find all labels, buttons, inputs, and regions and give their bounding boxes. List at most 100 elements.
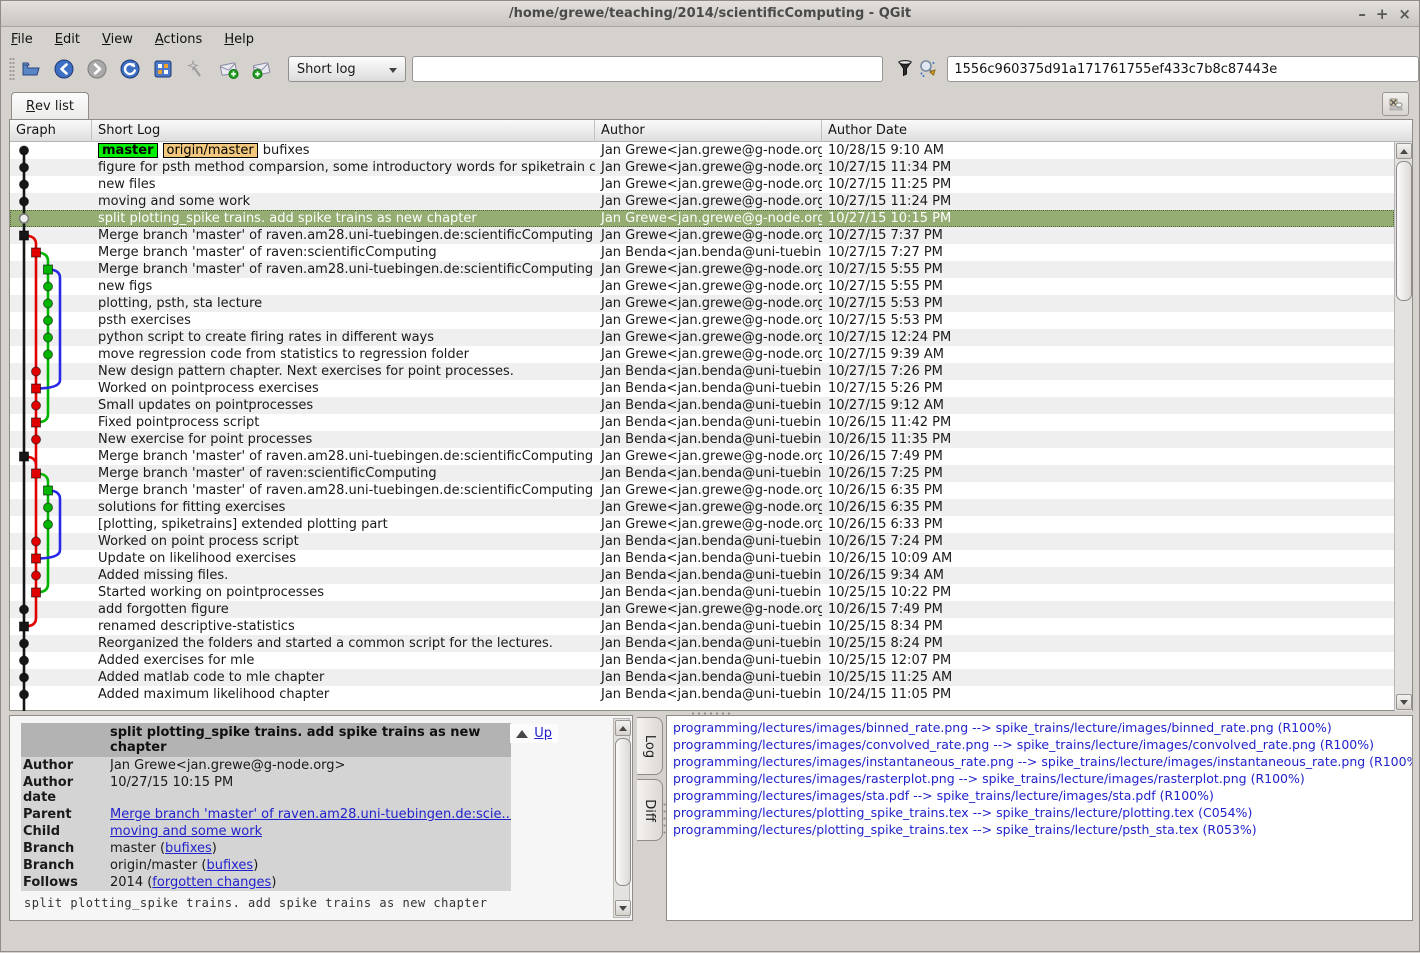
commit-row[interactable]: Small updates on pointprocessesJan Benda… <box>10 397 1394 414</box>
file-rename-entry[interactable]: programming/lectures/images/sta.pdf --> … <box>673 787 1406 804</box>
column-header-graph[interactable]: Graph <box>10 120 92 142</box>
file-rename-entry[interactable]: programming/lectures/images/rasterplot.p… <box>673 770 1406 787</box>
chevron-down-icon <box>389 68 397 73</box>
commit-row[interactable]: move regression code from statistics to … <box>10 346 1394 363</box>
file-rename-entry[interactable]: programming/lectures/plotting_spike_trai… <box>673 821 1406 838</box>
up-link[interactable]: Up <box>510 724 558 743</box>
commit-row[interactable]: Merge branch 'master' of raven.am28.uni-… <box>10 227 1394 244</box>
column-header-author-date[interactable]: Author Date <box>822 120 1394 142</box>
commit-row[interactable]: split plotting_spike trains. add spike t… <box>10 210 1394 227</box>
detail-value: master (bufixes) <box>110 841 217 856</box>
commit-date: 10/26/15 9:34 AM <box>822 567 1394 584</box>
save-patch-icon[interactable] <box>217 57 241 81</box>
back-icon[interactable] <box>52 57 76 81</box>
forward-icon[interactable] <box>85 57 109 81</box>
detail-link[interactable]: moving and some work <box>110 824 262 839</box>
minimize-button[interactable]: – <box>1358 7 1366 22</box>
commit-row[interactable]: Added exercises for mleJan Benda<jan.ben… <box>10 652 1394 669</box>
detail-link[interactable]: bufixes <box>165 841 212 856</box>
commit-author: Jan Benda<jan.benda@uni-tuebing... <box>595 397 822 414</box>
reload-icon[interactable] <box>118 57 142 81</box>
details-scrollbar-thumb[interactable] <box>615 738 631 886</box>
view-icon[interactable] <box>151 57 175 81</box>
commit-row[interactable]: new figsJan Grewe<jan.grewe@g-node.org>1… <box>10 278 1394 295</box>
commit-row[interactable]: add forgotten figureJan Grewe<jan.grewe@… <box>10 601 1394 618</box>
commit-date: 10/27/15 7:27 PM <box>822 244 1394 261</box>
commit-row[interactable]: Added maximum likelihood chapterJan Bend… <box>10 686 1394 703</box>
commit-row[interactable]: Reorganized the folders and started a co… <box>10 635 1394 652</box>
commit-row[interactable]: figure for psth method comparsion, some … <box>10 159 1394 176</box>
file-rename-entry[interactable]: programming/lectures/images/convolved_ra… <box>673 736 1406 753</box>
table-scrollbar[interactable] <box>1394 142 1412 711</box>
menu-actions[interactable]: Actions <box>155 32 203 47</box>
commit-author: Jan Grewe<jan.grewe@g-node.org> <box>595 329 822 346</box>
detail-value: Merge branch 'master' of raven.am28.uni-… <box>110 807 511 822</box>
commit-subject: Added matlab code to mle chapter <box>92 669 595 686</box>
close-tab-button[interactable] <box>1382 92 1409 116</box>
commit-row[interactable]: solutions for fitting exercisesJan Grewe… <box>10 499 1394 516</box>
commit-row[interactable]: Fixed pointprocess scriptJan Benda<jan.b… <box>10 414 1394 431</box>
filter-icon[interactable] <box>893 57 916 81</box>
menu-help[interactable]: Help <box>224 32 254 47</box>
commit-author: Jan Grewe<jan.grewe@g-node.org> <box>595 142 822 159</box>
file-rename-entry[interactable]: programming/lectures/plotting_spike_trai… <box>673 804 1406 821</box>
table-rows: masterorigin/masterbufixesJan Grewe<jan.… <box>10 142 1394 711</box>
commit-row[interactable]: masterorigin/masterbufixesJan Grewe<jan.… <box>10 142 1394 159</box>
commit-row[interactable]: psth exercisesJan Grewe<jan.grewe@g-node… <box>10 312 1394 329</box>
commit-row[interactable]: New design pattern chapter. Next exercis… <box>10 363 1394 380</box>
toolbar-drag-handle[interactable] <box>9 57 15 81</box>
commit-row[interactable]: Merge branch 'master' of raven.am28.uni-… <box>10 448 1394 465</box>
file-rename-entry[interactable]: programming/lectures/images/instantaneou… <box>673 753 1406 770</box>
commit-row[interactable]: Merge branch 'master' of raven.am28.uni-… <box>10 261 1394 278</box>
tab-log[interactable]: Log <box>637 717 663 775</box>
commit-row[interactable]: plotting, psth, sta lectureJan Grewe<jan… <box>10 295 1394 312</box>
scroll-up-button[interactable] <box>1396 143 1412 159</box>
menu-edit[interactable]: Edit <box>55 32 80 47</box>
ref-badge-origin-master: origin/master <box>163 143 258 158</box>
column-header-author[interactable]: Author <box>595 120 822 142</box>
details-scroll-down[interactable] <box>615 900 631 916</box>
commit-row[interactable]: python script to create firing rates in … <box>10 329 1394 346</box>
details-scrollbar[interactable] <box>613 718 630 918</box>
commit-row[interactable]: New exercise for point processesJan Bend… <box>10 431 1394 448</box>
view-mode-select[interactable]: Short log <box>288 56 406 82</box>
tab-diff[interactable]: Diff <box>637 779 663 841</box>
commit-row[interactable]: Update on likelihood exercisesJan Benda<… <box>10 550 1394 567</box>
commit-row[interactable]: renamed descriptive-statisticsJan Benda<… <box>10 618 1394 635</box>
detail-link[interactable]: bufixes <box>206 858 253 873</box>
commit-row[interactable]: Added missing files.Jan Benda<jan.benda@… <box>10 567 1394 584</box>
file-rename-entry[interactable]: programming/lectures/images/binned_rate.… <box>673 719 1406 736</box>
commit-row[interactable]: Worked on pointprocess exercisesJan Bend… <box>10 380 1394 397</box>
scrollbar-thumb[interactable] <box>1396 161 1412 301</box>
commit-row[interactable]: Worked on point process scriptJan Benda<… <box>10 533 1394 550</box>
scroll-down-button[interactable] <box>1396 694 1412 710</box>
wand-icon[interactable] <box>184 57 208 81</box>
commit-row[interactable]: Added matlab code to mle chapterJan Bend… <box>10 669 1394 686</box>
menu-file[interactable]: File <box>11 32 33 47</box>
commit-row[interactable]: Started working on pointprocessesJan Ben… <box>10 584 1394 601</box>
search-input[interactable] <box>412 56 883 82</box>
commit-row[interactable]: new filesJan Grewe<jan.grewe@g-node.org>… <box>10 176 1394 193</box>
maximize-button[interactable]: + <box>1376 7 1389 22</box>
commit-row[interactable]: [plotting, spiketrains] extended plottin… <box>10 516 1394 533</box>
commit-subject: renamed descriptive-statistics <box>92 618 595 635</box>
menu-view[interactable]: View <box>102 32 133 47</box>
column-header-short-log[interactable]: Short Log <box>92 120 595 142</box>
tab-rev-list[interactable]: Rev list <box>11 92 89 119</box>
sha-input[interactable] <box>947 56 1419 82</box>
apply-patch-icon[interactable] <box>250 57 274 81</box>
commit-row[interactable]: moving and some workJan Grewe<jan.grewe@… <box>10 193 1394 210</box>
title-bar[interactable]: /home/grewe/teaching/2014/scientificComp… <box>1 1 1419 27</box>
commit-row[interactable]: Merge branch 'master' of raven.am28.uni-… <box>10 482 1394 499</box>
commit-subject: Added maximum likelihood chapter <box>92 686 595 703</box>
close-button[interactable]: × <box>1398 7 1411 22</box>
open-icon[interactable] <box>19 57 43 81</box>
commit-row[interactable]: Merge branch 'master' of raven:scientifi… <box>10 244 1394 261</box>
tab-bar: Rev list <box>1 89 1419 119</box>
detail-link[interactable]: forgotten changes <box>152 875 271 890</box>
up-link-label[interactable]: Up <box>534 726 552 741</box>
highlight-search-icon[interactable] <box>916 57 939 81</box>
detail-link[interactable]: Merge branch 'master' of raven.am28.uni-… <box>110 807 511 822</box>
commit-row[interactable]: Merge branch 'master' of raven:scientifi… <box>10 465 1394 482</box>
details-scroll-up[interactable] <box>615 720 631 736</box>
